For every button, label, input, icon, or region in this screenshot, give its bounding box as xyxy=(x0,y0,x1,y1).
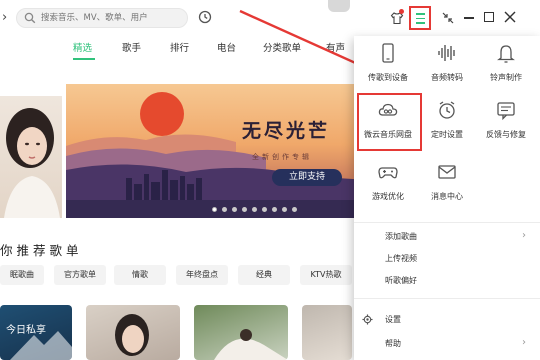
main-menu-button[interactable] xyxy=(409,6,431,30)
top-bar: › xyxy=(0,0,540,36)
playlist-card-daily[interactable]: 今日私享 xyxy=(0,305,72,360)
card-artwork xyxy=(214,329,288,360)
banner-support-button[interactable]: 立即支持 xyxy=(272,169,342,186)
banner-artwork xyxy=(66,92,368,218)
menu-message-center[interactable]: 消息中心 xyxy=(416,155,478,213)
mini-mode-icon[interactable] xyxy=(441,11,455,25)
bell-icon xyxy=(497,45,515,63)
banner-carousel[interactable]: 无尽光芒 全新创作专辑 立即支持 xyxy=(66,84,368,218)
carousel-dot[interactable] xyxy=(232,207,237,212)
menu-settings[interactable]: 设置 xyxy=(354,310,540,330)
back-chevron-icon[interactable]: › xyxy=(2,10,7,25)
playlist-card[interactable] xyxy=(302,305,352,360)
chip-2[interactable]: 情歌 xyxy=(114,265,166,285)
active-tab-indicator xyxy=(73,58,95,60)
carousel-dot[interactable] xyxy=(222,207,227,212)
menu-label: 设置 xyxy=(385,315,401,324)
carousel-dot[interactable] xyxy=(242,207,247,212)
menu-line-icon xyxy=(416,22,425,24)
carousel-dot[interactable] xyxy=(272,207,277,212)
feedback-icon xyxy=(497,102,515,121)
chevron-right-icon: › xyxy=(522,337,526,348)
gear-icon xyxy=(362,314,373,325)
tab-radio[interactable]: 电台 xyxy=(217,40,236,54)
close-button[interactable] xyxy=(503,10,517,24)
maximize-button[interactable] xyxy=(484,12,494,22)
menu-audio-transcode[interactable]: 音频转码 xyxy=(416,36,478,94)
carousel-dot[interactable] xyxy=(262,207,267,212)
chip-5[interactable]: KTV热歌 xyxy=(300,265,352,285)
search-icon xyxy=(24,12,36,24)
tab-featured[interactable]: 精选 xyxy=(73,40,92,54)
highlight-box xyxy=(357,93,422,151)
banner-subtitle: 全新创作专辑 xyxy=(252,153,312,161)
chevron-right-icon: › xyxy=(522,230,526,241)
chip-0[interactable]: 眠歌曲 xyxy=(0,265,44,285)
menu-feedback-repair[interactable]: 反馈与修复 xyxy=(475,93,537,151)
carousel-dot[interactable] xyxy=(252,207,257,212)
chip-4[interactable]: 经典 xyxy=(238,265,290,285)
alarm-clock-icon xyxy=(439,101,455,119)
chip-3[interactable]: 年终盘点 xyxy=(176,265,228,285)
carousel-dot[interactable] xyxy=(282,207,287,212)
menu-label: 游戏优化 xyxy=(372,192,404,201)
menu-listening-preferences[interactable]: 听歌偏好 xyxy=(354,271,540,291)
menu-line-icon xyxy=(416,17,425,20)
menu-label: 传歌到设备 xyxy=(368,73,408,82)
menu-divider xyxy=(354,222,540,223)
carousel-dot[interactable] xyxy=(212,207,217,212)
menu-label: 铃声制作 xyxy=(490,73,522,82)
menu-upload-video[interactable]: 上传视频 xyxy=(354,249,540,269)
card-artwork xyxy=(10,331,72,360)
menu-label: 添加歌曲 xyxy=(385,232,417,241)
search-box[interactable] xyxy=(16,8,188,28)
search-input[interactable] xyxy=(41,10,181,26)
tab-charts[interactable]: 排行 xyxy=(170,40,189,54)
menu-label: 音频转码 xyxy=(431,73,463,82)
tab-playlist-categories[interactable]: 分类歌单 xyxy=(263,40,301,54)
banner-title: 无尽光芒 xyxy=(242,120,331,142)
carousel-dot[interactable] xyxy=(292,207,297,212)
notification-dot xyxy=(399,9,404,14)
menu-divider xyxy=(354,298,540,299)
music-app-window: › 搜索音乐、MV、歌单、用户 精选 歌手 排行 电台 分类歌单 有声 无尽光芒… xyxy=(0,0,540,360)
menu-timer-settings[interactable]: 定时设置 xyxy=(416,93,478,151)
history-icon[interactable] xyxy=(198,10,212,24)
menu-label: 上传视频 xyxy=(385,254,417,263)
banner-prev-slide[interactable] xyxy=(0,96,62,218)
menu-transfer-to-device[interactable]: 传歌到设备 xyxy=(357,36,419,94)
section-title: 你推荐歌单 xyxy=(0,243,83,258)
minimize-button[interactable] xyxy=(464,17,474,19)
menu-ringtone-maker[interactable]: 铃声制作 xyxy=(475,36,537,94)
menu-line-icon xyxy=(416,13,425,15)
phone-icon xyxy=(382,43,394,63)
audio-wave-icon xyxy=(438,45,455,61)
gamepad-icon xyxy=(378,167,398,179)
mail-icon xyxy=(438,165,456,179)
tab-singers[interactable]: 歌手 xyxy=(122,40,141,54)
card-artwork xyxy=(115,314,149,356)
main-menu-dropdown: 传歌到设备 音频转码 铃声制作 微云音乐网盘 定时设置 反馈与修复 游戏优化 消… xyxy=(354,36,540,360)
menu-label: 听歌偏好 xyxy=(385,276,417,285)
menu-label: 定时设置 xyxy=(431,130,463,139)
menu-game-optimization[interactable]: 游戏优化 xyxy=(357,155,419,213)
tab-audio[interactable]: 有声 xyxy=(326,40,345,54)
menu-help[interactable]: 帮助 › xyxy=(354,334,540,354)
portrait-image xyxy=(4,108,60,218)
menu-label: 消息中心 xyxy=(431,192,463,201)
chip-1[interactable]: 官方歌单 xyxy=(54,265,106,285)
menu-add-songs[interactable]: 添加歌曲 › xyxy=(354,227,540,247)
playlist-card[interactable] xyxy=(194,305,288,360)
avatar[interactable] xyxy=(328,0,350,12)
menu-label: 帮助 xyxy=(385,339,401,348)
playlist-card[interactable] xyxy=(86,305,180,360)
menu-label: 反馈与修复 xyxy=(486,130,526,139)
